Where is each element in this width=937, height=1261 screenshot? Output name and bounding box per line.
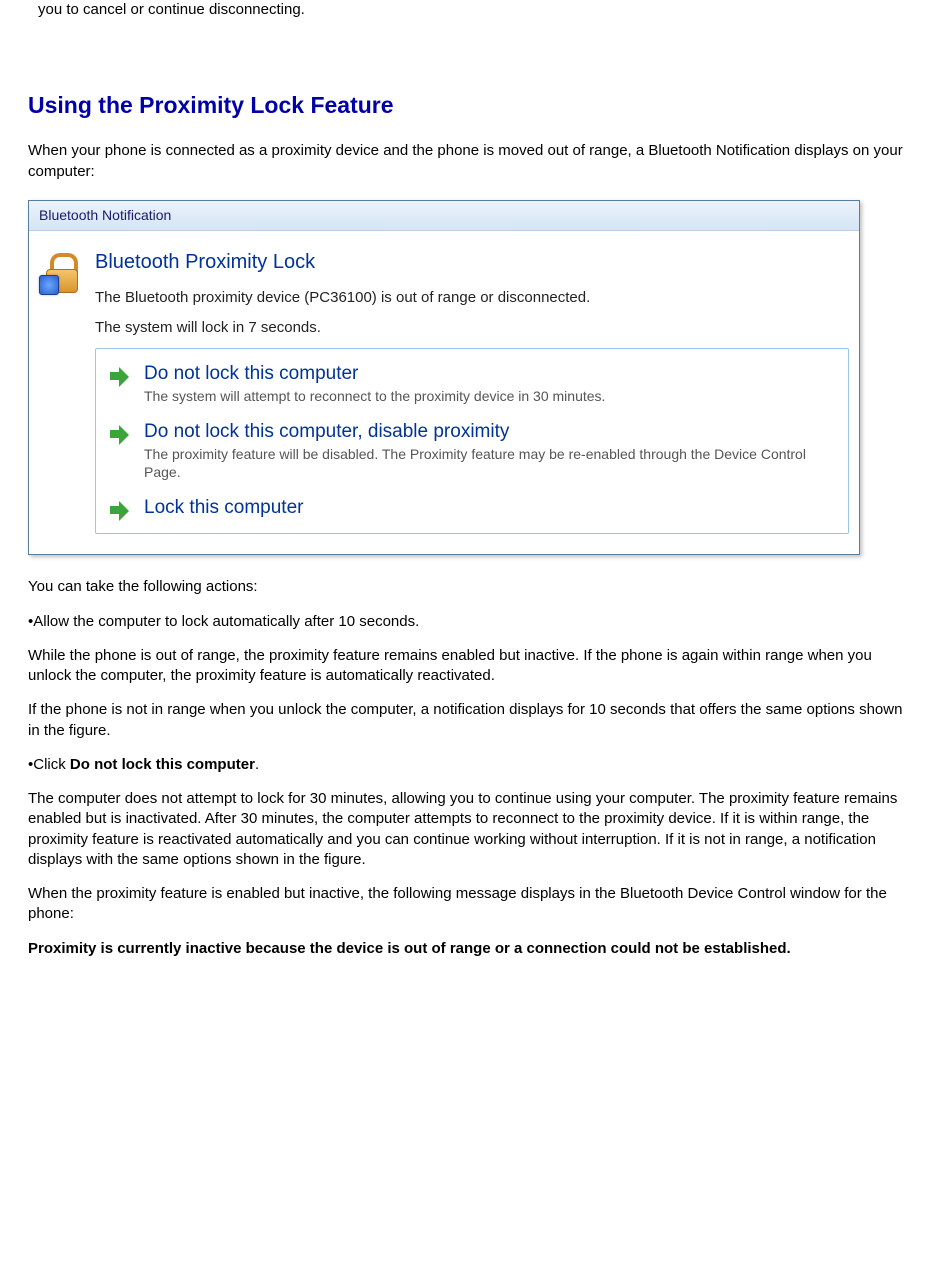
- dialog-line1: The Bluetooth proximity device (PC36100)…: [95, 288, 849, 308]
- arrow-right-icon: [110, 501, 130, 521]
- para-connected: When your phone is connected as a proxim…: [28, 141, 917, 182]
- option-main: Do not lock this computer, disable proxi…: [144, 421, 836, 444]
- dialog-title: Bluetooth Proximity Lock: [95, 249, 849, 276]
- para-actions-intro: You can take the following actions:: [28, 577, 917, 597]
- para-while-out: While the phone is out of range, the pro…: [28, 646, 917, 687]
- option-do-not-lock[interactable]: Do not lock this computer The system wil…: [104, 357, 840, 415]
- section-heading: Using the Proximity Lock Feature: [28, 90, 917, 121]
- option-main: Lock this computer: [144, 497, 303, 520]
- intro-fragment: you to cancel or continue disconnecting.: [28, 0, 917, 20]
- dialog-line2: The system will lock in 7 seconds.: [95, 318, 849, 338]
- para-inactive-bold-msg: Proximity is currently inactive because …: [28, 939, 917, 959]
- lock-bluetooth-icon: [45, 253, 79, 293]
- para-30min: The computer does not attempt to lock fo…: [28, 789, 917, 870]
- bullet-click-do-not-lock: •Click Do not lock this computer.: [28, 755, 917, 775]
- arrow-right-icon: [110, 425, 130, 445]
- bluetooth-notification-dialog: Bluetooth Notification Bluetooth Proximi…: [28, 200, 860, 555]
- bullet-allow-lock: •Allow the computer to lock automaticall…: [28, 612, 917, 632]
- arrow-right-icon: [110, 367, 130, 387]
- para-inactive-intro: When the proximity feature is enabled bu…: [28, 884, 917, 925]
- option-main: Do not lock this computer: [144, 363, 605, 386]
- dialog-options: Do not lock this computer The system wil…: [95, 348, 849, 534]
- option-sub: The proximity feature will be disabled. …: [144, 446, 836, 481]
- option-lock[interactable]: Lock this computer: [104, 491, 840, 525]
- option-sub: The system will attempt to reconnect to …: [144, 388, 605, 406]
- bold-do-not-lock: Do not lock this computer: [70, 756, 255, 773]
- dialog-titlebar: Bluetooth Notification: [29, 201, 859, 231]
- option-do-not-lock-disable[interactable]: Do not lock this computer, disable proxi…: [104, 415, 840, 491]
- para-not-in-range: If the phone is not in range when you un…: [28, 700, 917, 741]
